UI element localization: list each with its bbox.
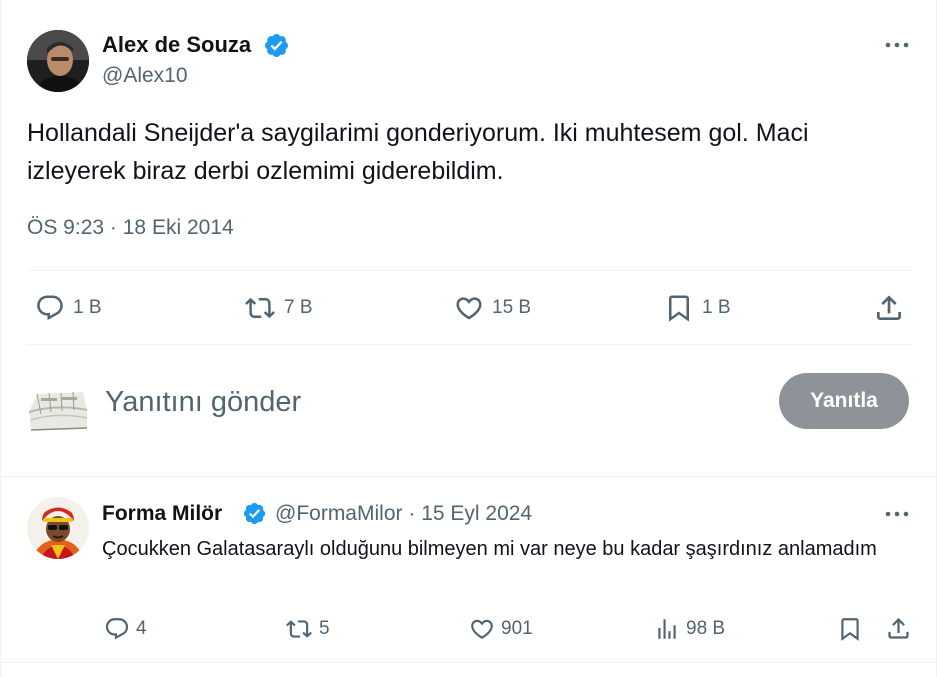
divider: [27, 270, 912, 271]
reply-button[interactable]: Yanıtla: [779, 373, 909, 429]
reply-views-count: 98 B: [686, 618, 726, 639]
divider: [27, 344, 912, 345]
like-icon: [471, 619, 493, 639]
reply-share-action[interactable]: [885, 615, 912, 642]
like-icon: [456, 297, 482, 320]
like-count: 15 B: [492, 297, 532, 318]
reply-reply-count: 4: [136, 618, 147, 639]
share-icon: [877, 295, 901, 320]
retweet-icon: [245, 297, 275, 319]
reply-views-action[interactable]: 98 B: [654, 616, 725, 642]
meta-separator: ·: [109, 216, 117, 239]
reply-count: 1 B: [73, 297, 102, 318]
share-icon: [888, 617, 909, 639]
reply-text: Çocukken Galatasaraylı olduğunu bilmeyen…: [102, 538, 877, 560]
bookmark-icon: [841, 618, 859, 641]
like-action[interactable]: 15 B: [454, 293, 531, 323]
bookmark-count: 1 B: [702, 297, 731, 318]
reply-action[interactable]: 1 B: [35, 293, 102, 323]
verified-badge-icon: [263, 32, 290, 59]
reply-retweet-action[interactable]: 5: [285, 616, 330, 642]
retweet-count: 7 B: [284, 297, 313, 318]
views-icon: [658, 619, 676, 639]
more-options-icon[interactable]: [881, 33, 913, 57]
more-options-icon[interactable]: [881, 502, 913, 526]
divider: [1, 662, 937, 663]
reply-author-avatar[interactable]: [27, 497, 89, 559]
tweet-date[interactable]: 18 Eki 2014: [123, 216, 234, 239]
tweet-time[interactable]: ÖS 9:23: [27, 216, 104, 239]
author-avatar[interactable]: [27, 30, 89, 92]
verified-badge-icon: [242, 501, 267, 526]
bookmark-action[interactable]: 1 B: [664, 293, 731, 323]
retweet-icon: [286, 620, 312, 638]
reply-retweet-count: 5: [319, 618, 330, 639]
tweet-timestamp[interactable]: ÖS 9:23 · 18 Eki 2014: [27, 214, 234, 242]
reply-like-action[interactable]: 901: [469, 616, 533, 642]
bookmark-icon: [669, 295, 689, 322]
author-handle[interactable]: @Alex10: [102, 62, 188, 90]
user-avatar[interactable]: [27, 384, 89, 436]
reply-input[interactable]: Yanıtını gönder: [105, 383, 301, 421]
divider: [1, 476, 937, 477]
reply-bookmark-action[interactable]: [837, 616, 863, 642]
reply-date[interactable]: 15 Eyl 2024: [421, 502, 532, 525]
share-action[interactable]: [873, 292, 905, 324]
reply-icon: [105, 618, 129, 640]
author-name[interactable]: Alex de Souza: [102, 31, 251, 59]
reply-like-count: 901: [501, 618, 533, 639]
reply-icon: [37, 295, 63, 321]
reply-meta: @FormaMilor · 15 Eyl 2024: [275, 500, 532, 528]
reply-author-name[interactable]: Forma Milör: [102, 500, 222, 528]
tweet-detail-panel: Alex de Souza @Alex10 Hollandali Sneijde…: [0, 0, 937, 677]
tweet-text: Hollandali Sneijder'a saygilarimi gonder…: [27, 119, 809, 185]
reply-author-handle[interactable]: @FormaMilor: [275, 502, 403, 525]
meta-separator: ·: [408, 502, 416, 525]
retweet-action[interactable]: 7 B: [244, 293, 313, 323]
reply-reply-action[interactable]: 4: [104, 616, 147, 642]
